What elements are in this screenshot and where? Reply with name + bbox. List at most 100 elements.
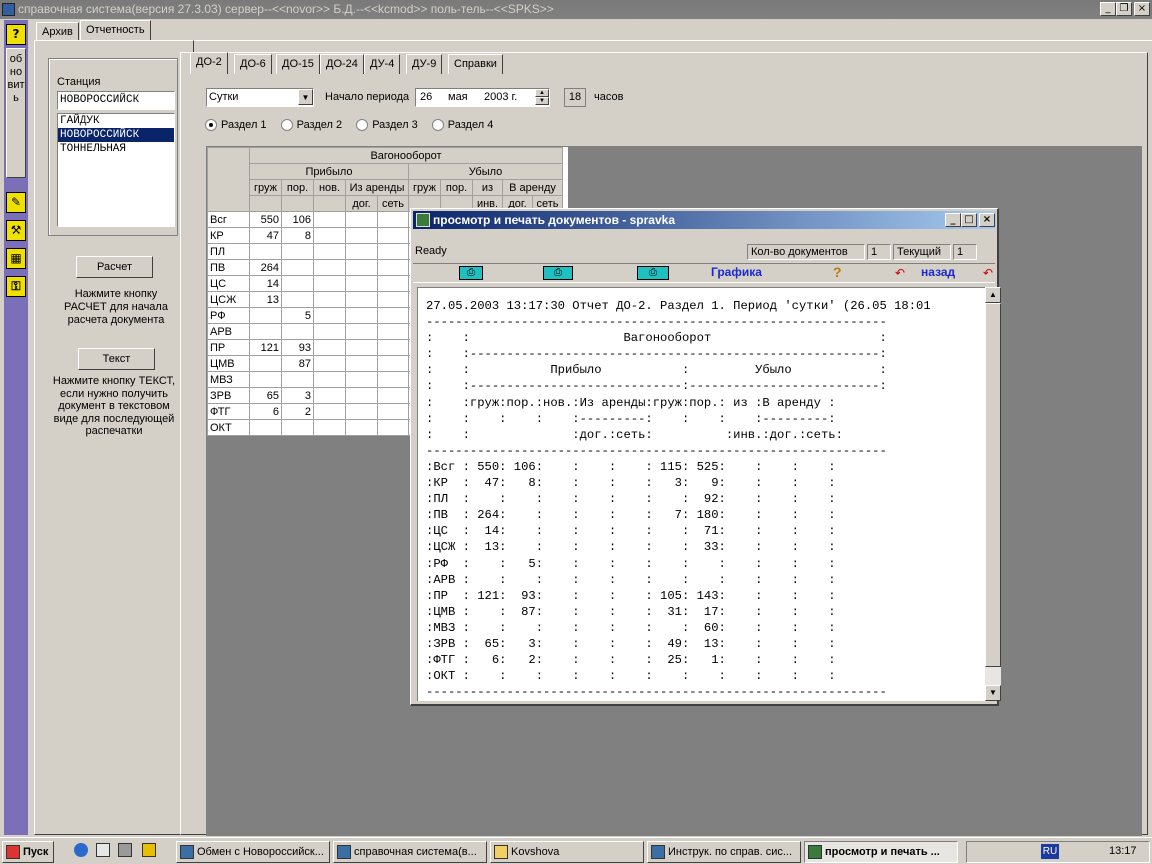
table-cell[interactable] xyxy=(377,403,409,420)
table-cell[interactable] xyxy=(377,307,409,324)
network-icon[interactable] xyxy=(118,843,132,857)
station-input[interactable]: НОВОРОССИЙСК xyxy=(57,91,175,110)
section-radio-3[interactable]: Раздел 3 xyxy=(356,119,418,132)
taskbar-item[interactable]: справочная система(в... xyxy=(333,841,487,863)
back-arrow-icon[interactable]: ↶ xyxy=(895,266,905,280)
tab-du9[interactable]: ДУ-9 xyxy=(406,54,443,74)
taskbar-item-active[interactable]: просмотр и печать ... xyxy=(804,841,958,863)
table-cell[interactable] xyxy=(377,387,409,404)
table-cell[interactable] xyxy=(345,419,378,436)
table-cell[interactable]: 8 xyxy=(281,227,314,244)
preview-minimize-button[interactable]: _ xyxy=(945,213,961,227)
text-button[interactable]: Текст xyxy=(78,348,155,370)
tool-icon[interactable] xyxy=(142,843,156,857)
scroll-down-icon[interactable]: ▼ xyxy=(985,685,1001,701)
table-cell[interactable] xyxy=(313,387,346,404)
table-cell[interactable]: 65 xyxy=(249,387,282,404)
table-cell[interactable]: 2 xyxy=(281,403,314,420)
period-date-input[interactable]: 26 мая 2003 г. ▲ ▼ xyxy=(415,88,550,107)
browser-icon[interactable] xyxy=(74,843,88,857)
table-cell[interactable] xyxy=(345,259,378,276)
table-cell[interactable] xyxy=(377,259,409,276)
table-cell[interactable] xyxy=(377,419,409,436)
table-cell[interactable] xyxy=(345,307,378,324)
print-preview-icon[interactable]: ⎙ xyxy=(543,266,573,280)
help-icon[interactable]: ? xyxy=(6,24,26,45)
table-cell[interactable] xyxy=(313,323,346,340)
table-cell[interactable] xyxy=(345,403,378,420)
report-viewer[interactable]: 27.05.2003 13:17:30 Отчет ДО-2. Раздел 1… xyxy=(417,287,985,701)
scroll-up-icon[interactable]: ▲ xyxy=(985,287,1001,303)
table-cell[interactable] xyxy=(377,275,409,292)
table-cell[interactable] xyxy=(313,259,346,276)
help-icon[interactable]: ? xyxy=(833,264,842,280)
section-radio-2[interactable]: Раздел 2 xyxy=(280,119,342,132)
spin-up-icon[interactable]: ▲ xyxy=(535,89,549,97)
table-cell[interactable]: 14 xyxy=(249,275,282,292)
table-cell[interactable] xyxy=(249,355,282,372)
hour-field[interactable]: 18 xyxy=(564,88,586,107)
table-cell[interactable] xyxy=(281,275,314,292)
table-cell[interactable] xyxy=(345,211,378,228)
print-setup-icon[interactable]: ⎙ xyxy=(637,266,669,280)
table-cell[interactable]: 106 xyxy=(281,211,314,228)
table-cell[interactable] xyxy=(345,227,378,244)
taskbar-item[interactable]: Kovshova xyxy=(490,841,644,863)
graphics-button[interactable]: Графика xyxy=(711,265,762,279)
table-cell[interactable]: 264 xyxy=(249,259,282,276)
tab-do6[interactable]: ДО-6 xyxy=(234,54,272,74)
table-cell[interactable]: 13 xyxy=(249,291,282,308)
table-cell[interactable]: 93 xyxy=(281,339,314,356)
table-cell[interactable]: 121 xyxy=(249,339,282,356)
table-cell[interactable] xyxy=(249,419,282,436)
table-cell[interactable] xyxy=(281,291,314,308)
table-cell[interactable] xyxy=(345,291,378,308)
table-cell[interactable] xyxy=(281,323,314,340)
table-cell[interactable] xyxy=(345,371,378,388)
wrench-icon[interactable]: ⚒ xyxy=(6,220,26,241)
table-cell[interactable] xyxy=(345,275,378,292)
table-cell[interactable] xyxy=(313,339,346,356)
preview-close-button[interactable]: × xyxy=(979,213,995,227)
table-cell[interactable] xyxy=(345,387,378,404)
spin-down-icon[interactable]: ▼ xyxy=(535,97,549,105)
restore-button[interactable]: ❐ xyxy=(1116,2,1132,16)
report-scrollbar[interactable]: ▲ ▼ xyxy=(985,287,1001,701)
tab-do15[interactable]: ДО-15 xyxy=(276,54,320,74)
section-radio-1[interactable]: Раздел 1 xyxy=(205,119,267,132)
table-cell[interactable] xyxy=(313,419,346,436)
table-cell[interactable]: 3 xyxy=(281,387,314,404)
tab-do2[interactable]: ДО-2 xyxy=(190,52,228,74)
table-cell[interactable] xyxy=(313,371,346,388)
table-cell[interactable]: 47 xyxy=(249,227,282,244)
table-cell[interactable] xyxy=(281,419,314,436)
notepad-icon[interactable] xyxy=(96,843,110,857)
calculator-icon[interactable]: ▦ xyxy=(6,248,26,269)
table-cell[interactable] xyxy=(313,307,346,324)
table-cell[interactable] xyxy=(377,227,409,244)
calc-button[interactable]: Расчет xyxy=(76,256,153,278)
print-icon[interactable]: ⎙ xyxy=(459,266,483,280)
taskbar-item[interactable]: Обмен с Новороссийск... xyxy=(176,841,330,863)
table-cell[interactable] xyxy=(249,323,282,340)
table-cell[interactable] xyxy=(345,355,378,372)
table-cell[interactable] xyxy=(345,339,378,356)
eraser-icon[interactable]: ✎ xyxy=(6,192,26,213)
period-select[interactable]: Сутки ▼ xyxy=(206,88,314,107)
table-cell[interactable] xyxy=(249,307,282,324)
table-cell[interactable] xyxy=(313,211,346,228)
section-radio-4[interactable]: Раздел 4 xyxy=(431,119,493,132)
tab-du4[interactable]: ДУ-4 xyxy=(364,54,401,74)
minimize-button[interactable]: _ xyxy=(1100,2,1116,16)
taskbar-item[interactable]: Инструк. по справ. сис... xyxy=(647,841,801,863)
table-cell[interactable] xyxy=(313,275,346,292)
table-cell[interactable] xyxy=(313,291,346,308)
table-cell[interactable] xyxy=(313,403,346,420)
back-button[interactable]: назад xyxy=(921,265,955,279)
chevron-down-icon[interactable]: ▼ xyxy=(298,89,313,105)
table-cell[interactable]: 5 xyxy=(281,307,314,324)
table-cell[interactable]: 87 xyxy=(281,355,314,372)
scroll-thumb[interactable] xyxy=(985,303,1001,667)
table-cell[interactable] xyxy=(345,243,378,260)
table-cell[interactable] xyxy=(281,371,314,388)
